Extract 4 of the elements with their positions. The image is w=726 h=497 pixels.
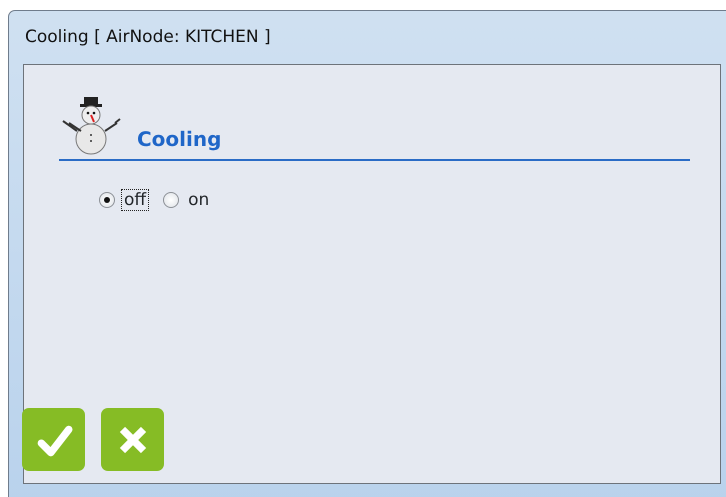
section-heading: Cooling bbox=[137, 129, 222, 153]
option-label[interactable]: off bbox=[121, 189, 150, 212]
option-label[interactable]: on bbox=[185, 189, 212, 212]
window-title: Cooling [ AirNode: KITCHEN ] bbox=[25, 26, 271, 49]
